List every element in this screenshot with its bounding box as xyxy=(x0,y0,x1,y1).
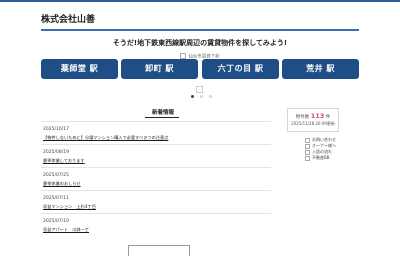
sidebar-links: お問い合わせ オーナー様へ 入居の流れ 不動産BB xyxy=(305,137,365,161)
news-link[interactable]: 夏季休業しております xyxy=(43,158,85,164)
broken-image-icon xyxy=(305,137,310,143)
news-heading-underline xyxy=(145,117,179,118)
property-count-value: 113 xyxy=(310,112,325,120)
broken-image-icon xyxy=(305,149,310,155)
news-link[interactable]: 収益アパート 川鉢一丁 xyxy=(43,227,89,233)
news-link[interactable]: 【物件しないために】分譲マンション購入で必要すべきつの注意点 xyxy=(43,135,168,141)
news-item: 2025/08/19 夏季休業しております xyxy=(41,144,271,167)
news-date: 2025/07/10 xyxy=(43,219,69,224)
property-count-line: 物件数 113 件 xyxy=(288,112,338,120)
header-divider xyxy=(41,29,359,31)
news-item: 2025/07/10 収益アパート 川鉢一丁 xyxy=(41,213,271,236)
sidebar-link-label: お問い合わせ xyxy=(312,137,336,142)
hero-tagline: そうだ!地下鉄東西線駅周辺の賃貸物件を探してみよう! xyxy=(112,39,288,47)
station-button-arai[interactable]: 荒井 駅 xyxy=(282,59,359,79)
news-date: 2025/07/11 xyxy=(43,196,69,201)
sidebar-link-fudosan-bb[interactable]: 不動産BB xyxy=(305,155,365,161)
property-count-updated: 2025/11/28 20:09更新 xyxy=(291,121,335,126)
news-date: 2025/10/17 xyxy=(43,127,69,132)
property-count-unit: 件 xyxy=(325,115,331,120)
news-item: 2025/07/25 夏季休業のおしらせ xyxy=(41,167,271,190)
news-link[interactable]: 夏季休業のおしらせ xyxy=(43,181,81,187)
carousel-image-placeholder xyxy=(196,86,203,93)
news-list: 2025/10/17 【物件しないために】分譲マンション購入で必要すべきつの注意… xyxy=(41,121,271,236)
more-news-button[interactable] xyxy=(128,245,190,256)
company-name[interactable]: 株式会社山善 xyxy=(41,12,359,29)
sidebar-link-label: 不動産BB xyxy=(312,155,330,160)
news-heading: 新着情報 xyxy=(151,110,174,116)
news-item: 2025/07/11 収益マンション 上杉4丁目 xyxy=(41,190,271,213)
news-link[interactable]: 収益マンション 上杉4丁目 xyxy=(43,204,96,210)
sidebar-link-label: オーナー様へ xyxy=(312,143,336,148)
station-button-yakushido[interactable]: 薬師堂 駅 xyxy=(41,59,118,79)
carousel-dot-2[interactable] xyxy=(200,95,203,98)
broken-image-icon xyxy=(305,143,310,149)
sidebar-link-label: 入居の流れ xyxy=(312,149,332,154)
carousel-dot-1[interactable] xyxy=(191,95,194,98)
station-button-rokuchonome[interactable]: 六丁の目 駅 xyxy=(202,59,279,79)
news-date: 2025/08/19 xyxy=(43,150,69,155)
news-item: 2025/10/17 【物件しないために】分譲マンション購入で必要すべきつの注意… xyxy=(41,121,271,144)
news-date: 2025/07/25 xyxy=(43,173,69,178)
property-count-box: 物件数 113 件 2025/11/28 20:09更新 xyxy=(287,108,339,132)
carousel-dot-3[interactable] xyxy=(209,95,212,98)
property-count-label: 物件数 xyxy=(295,115,310,120)
broken-image-icon xyxy=(305,155,310,161)
top-accent-line xyxy=(0,0,400,2)
station-button-oroshimachi[interactable]: 卸町 駅 xyxy=(121,59,198,79)
